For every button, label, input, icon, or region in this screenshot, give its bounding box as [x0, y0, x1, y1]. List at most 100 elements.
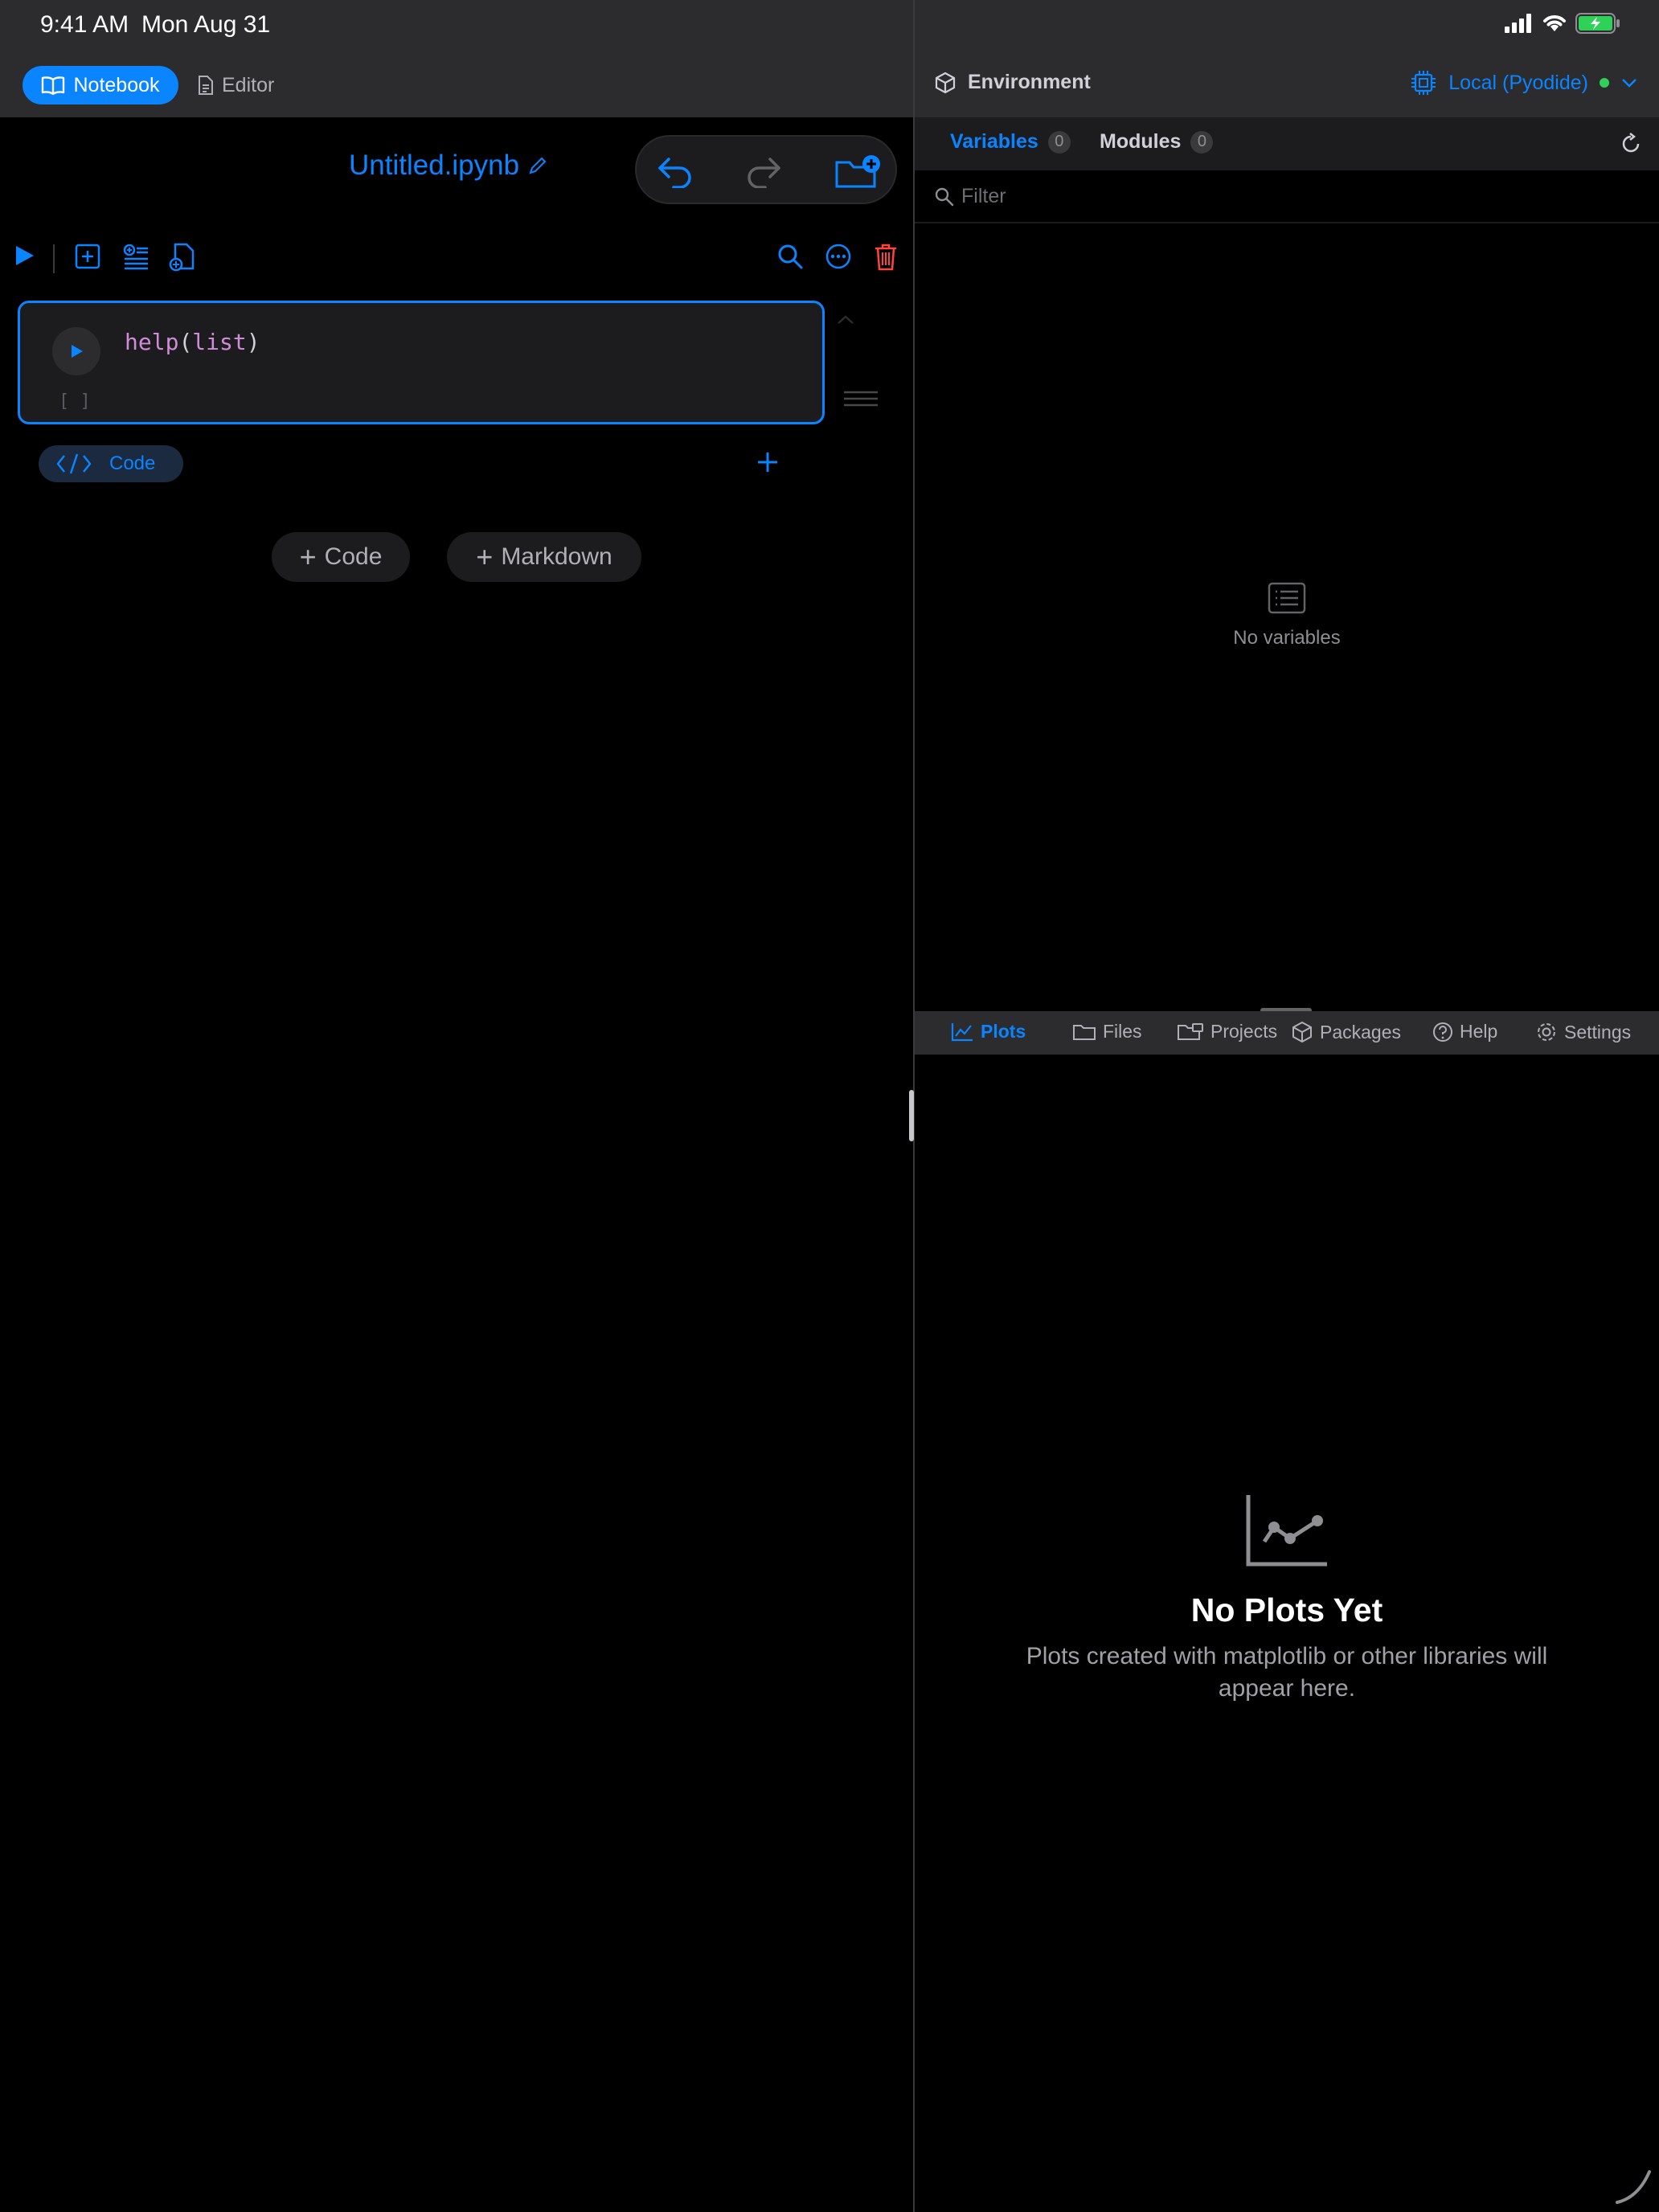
- plus-icon: +: [299, 540, 317, 573]
- tab-modules-label: Modules: [1100, 130, 1182, 153]
- code-paren-close: ): [246, 329, 260, 355]
- book-icon: [41, 76, 65, 95]
- filter-bar: [915, 170, 1659, 223]
- run-all-icon[interactable]: [13, 243, 37, 268]
- notebook-header: Notebook Editor: [0, 51, 913, 117]
- document-icon: [198, 75, 214, 96]
- variables-tabs: Variables 0 Modules 0: [915, 117, 1659, 170]
- chart-icon: [950, 1022, 974, 1043]
- tab-projects-label: Projects: [1210, 1021, 1278, 1042]
- resize-grip-icon[interactable]: [1614, 2165, 1654, 2206]
- notebook-toolbar: [0, 236, 913, 281]
- cell-code-editor[interactable]: help(list): [125, 329, 260, 355]
- redo-icon[interactable]: [744, 154, 783, 188]
- editor-mode-button[interactable]: Editor: [198, 66, 274, 104]
- search-icon[interactable]: [776, 243, 804, 270]
- battery-charging-icon: [1575, 13, 1620, 34]
- tab-help[interactable]: Help: [1432, 1021, 1497, 1043]
- tab-settings[interactable]: Settings: [1535, 1021, 1631, 1043]
- environment-header: Environment Local (Pyodide): [915, 51, 1659, 117]
- kernel-selector[interactable]: Local (Pyodide): [1410, 69, 1638, 96]
- list-icon: [1268, 582, 1306, 614]
- wifi-icon: [1542, 14, 1567, 33]
- new-file-icon[interactable]: [169, 243, 196, 272]
- package-icon: [1291, 1021, 1313, 1043]
- tab-variables-label: Variables: [950, 130, 1038, 153]
- tab-files[interactable]: Files: [1072, 1021, 1142, 1043]
- pencil-icon: [527, 155, 548, 176]
- split-view-handle[interactable]: [909, 1090, 914, 1141]
- status-time: 9:41 AM: [40, 11, 129, 38]
- play-icon: [68, 342, 85, 360]
- variables-count-badge: 0: [1047, 130, 1071, 154]
- tab-plots-label: Plots: [981, 1021, 1026, 1042]
- cube-icon: [934, 72, 956, 94]
- run-cell-button[interactable]: [52, 327, 100, 375]
- environment-title-text: Environment: [968, 71, 1091, 93]
- code-brackets-icon: [56, 453, 92, 475]
- no-plots-title: No Plots Yet: [1190, 1591, 1383, 1628]
- code-paren-open: (: [178, 329, 193, 355]
- status-date: Mon Aug 31: [141, 11, 271, 38]
- modules-count-badge: 0: [1190, 130, 1214, 154]
- tab-settings-label: Settings: [1564, 1021, 1632, 1043]
- tab-help-label: Help: [1460, 1021, 1498, 1042]
- tab-files-label: Files: [1103, 1021, 1142, 1042]
- help-icon: [1432, 1022, 1453, 1043]
- cell-drag-handle-icon[interactable]: [842, 389, 879, 408]
- variables-empty-state: No variables: [915, 582, 1659, 649]
- code-function: help: [125, 329, 179, 355]
- trash-icon[interactable]: [873, 243, 899, 272]
- add-cell-below-icon[interactable]: [756, 450, 780, 474]
- toolbar-divider: [53, 244, 55, 273]
- document-title-text: Untitled.ipynb: [349, 150, 520, 181]
- kernel-label: Local (Pyodide): [1448, 71, 1588, 94]
- add-markdown-label: Markdown: [501, 543, 612, 570]
- tab-modules[interactable]: Modules 0: [1100, 130, 1214, 154]
- refresh-icon[interactable]: [1619, 132, 1643, 156]
- folder-icon: [1072, 1022, 1096, 1042]
- add-cell-icon[interactable]: [74, 243, 101, 270]
- add-code-label: Code: [324, 543, 383, 570]
- bottom-panel-tabs: Plots Files Projects Packages Help Setti…: [915, 1011, 1659, 1055]
- environment-pane: Environment Local (Pyodide) Variables 0 …: [915, 51, 1659, 2212]
- cell-type-selector[interactable]: Code: [39, 445, 183, 482]
- cellular-signal-icon: [1505, 14, 1534, 33]
- document-title[interactable]: Untitled.ipynb: [349, 150, 548, 182]
- execution-count: [ ]: [59, 391, 91, 412]
- tab-variables[interactable]: Variables 0: [950, 130, 1071, 154]
- plus-icon: +: [476, 540, 494, 573]
- notebook-mode-button[interactable]: Notebook: [23, 66, 178, 104]
- notebook-mode-label: Notebook: [73, 73, 160, 96]
- environment-title: Environment: [934, 71, 1091, 94]
- new-folder-icon[interactable]: [834, 154, 881, 190]
- insert-text-cell-icon[interactable]: [122, 243, 150, 270]
- projects-folder-icon: [1177, 1022, 1204, 1042]
- notebook-pane: Notebook Editor Untitled.ipynb help(list…: [0, 51, 913, 2212]
- add-code-cell-button[interactable]: + Code: [272, 532, 410, 582]
- no-variables-text: No variables: [1233, 627, 1341, 649]
- tab-packages-label: Packages: [1320, 1021, 1402, 1043]
- no-plots-subtitle: Plots created with matplotlib or other l…: [1026, 1643, 1548, 1702]
- add-markdown-cell-button[interactable]: + Markdown: [447, 532, 641, 582]
- search-icon: [934, 186, 955, 207]
- history-controls: [635, 135, 897, 204]
- chevron-down-icon: [1620, 77, 1638, 88]
- status-icons: [1505, 13, 1620, 34]
- tab-projects[interactable]: Projects: [1177, 1021, 1277, 1043]
- kernel-status-dot: [1600, 78, 1609, 88]
- code-argument: list: [192, 329, 247, 355]
- tab-packages[interactable]: Packages: [1291, 1021, 1401, 1043]
- line-chart-icon: [1245, 1493, 1329, 1567]
- more-options-icon[interactable]: [825, 243, 852, 270]
- filter-input[interactable]: [961, 182, 1636, 211]
- plots-empty-state: No Plots Yet Plots created with matplotl…: [915, 1493, 1659, 1705]
- tab-plots[interactable]: Plots: [950, 1021, 1026, 1043]
- code-cell[interactable]: help(list) [ ]: [18, 301, 825, 424]
- editor-mode-label: Editor: [222, 73, 275, 96]
- cpu-chip-icon: [1410, 69, 1437, 96]
- gear-icon: [1535, 1021, 1558, 1043]
- status-bar: 9:41 AM Mon Aug 31: [0, 0, 1659, 51]
- collapse-cell-icon[interactable]: [836, 313, 855, 326]
- undo-icon[interactable]: [656, 154, 694, 188]
